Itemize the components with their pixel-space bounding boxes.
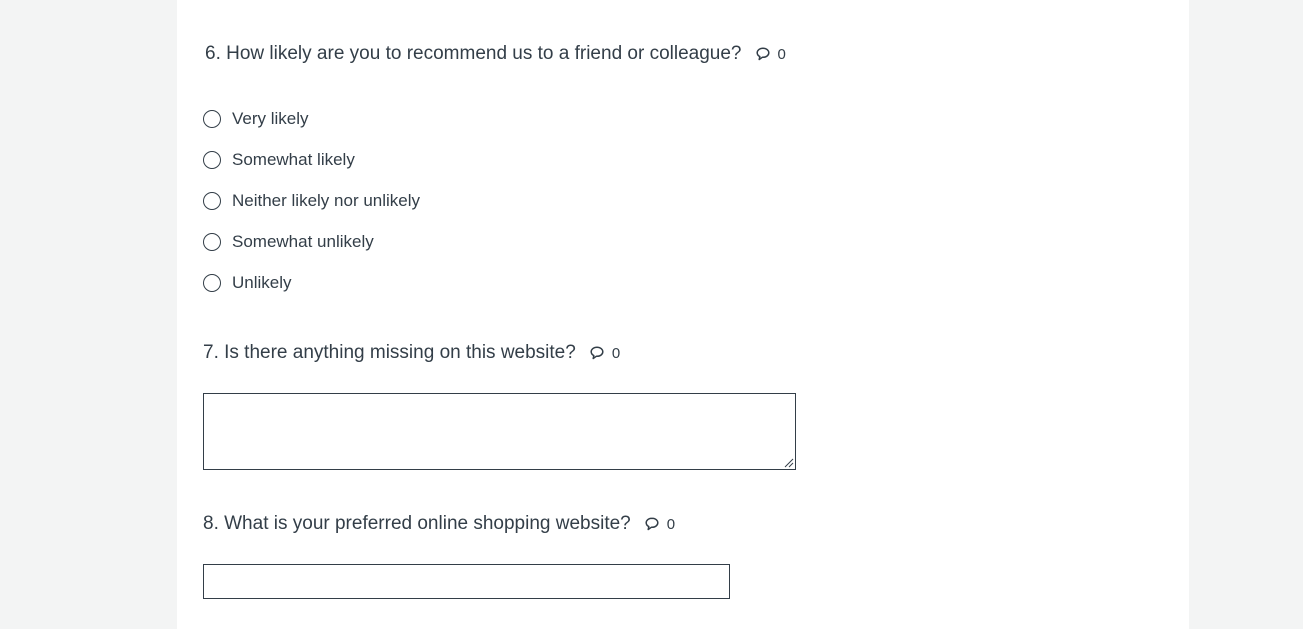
question-6-title: 6. How likely are you to recommend us to… [205, 43, 786, 65]
option-label: Somewhat likely [232, 149, 355, 169]
question-7-comment-button[interactable]: 0 [589, 345, 620, 362]
question-6-comment-button[interactable]: 0 [755, 46, 786, 63]
option-label: Unlikely [232, 272, 292, 292]
comment-icon [755, 46, 771, 62]
question-8-title: 8. What is your preferred online shoppin… [203, 513, 675, 535]
question-6-comment-count: 0 [777, 45, 786, 63]
question-7-comment-count: 0 [611, 344, 621, 362]
question-7-answer-textarea[interactable] [203, 393, 796, 470]
option-label: Neither likely nor unlikely [232, 190, 421, 210]
option-somewhat-likely[interactable]: Somewhat likely [203, 139, 420, 180]
question-7-text: 7. Is there anything missing on this web… [203, 342, 576, 363]
radio-button[interactable] [203, 191, 221, 210]
question-6-text: 6. How likely are you to recommend us to… [205, 43, 742, 64]
option-very-likely[interactable]: Very likely [203, 98, 420, 139]
option-unlikely[interactable]: Unlikely [203, 262, 420, 303]
radio-button[interactable] [203, 150, 221, 169]
question-8-comment-count: 0 [666, 515, 676, 533]
option-somewhat-unlikely[interactable]: Somewhat unlikely [203, 221, 420, 262]
survey-panel: 6. How likely are you to recommend us to… [177, 0, 1189, 629]
radio-button[interactable] [203, 109, 221, 128]
question-8-answer-input[interactable] [203, 564, 730, 599]
question-6-options: Very likely Somewhat likely Neither like… [203, 98, 420, 303]
option-neither-likely-nor-unlikely[interactable]: Neither likely nor unlikely [203, 180, 420, 221]
comment-icon [644, 516, 660, 532]
option-label: Somewhat unlikely [232, 231, 374, 251]
question-8-text: 8. What is your preferred online shoppin… [203, 513, 631, 534]
option-label: Very likely [232, 108, 309, 128]
radio-button[interactable] [203, 273, 221, 292]
question-8-comment-button[interactable]: 0 [644, 516, 675, 533]
resize-grip-icon[interactable] [783, 457, 794, 468]
question-7-title: 7. Is there anything missing on this web… [203, 342, 620, 364]
comment-icon [589, 345, 605, 361]
radio-button[interactable] [203, 232, 221, 251]
